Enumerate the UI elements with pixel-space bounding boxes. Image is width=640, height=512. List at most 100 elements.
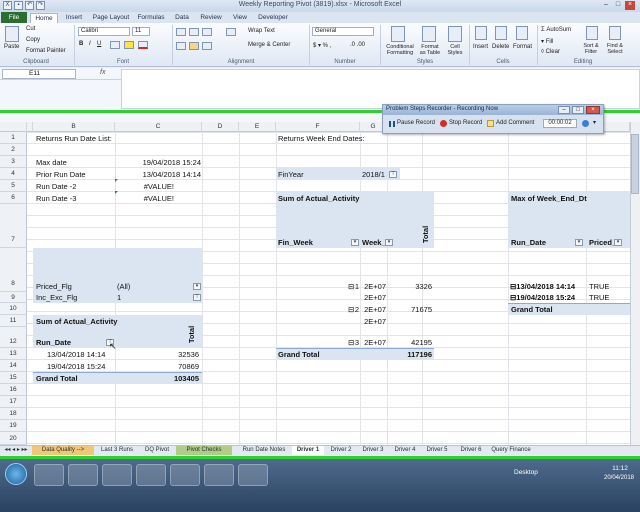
align-right-icon[interactable]: [202, 42, 212, 50]
sheet-tab-pivot-checks[interactable]: Pivot Checks: [176, 446, 232, 455]
sheet-tab-run-date-notes[interactable]: Run Date Notes: [238, 446, 290, 455]
tab-formulas[interactable]: Formulas: [134, 13, 168, 23]
align-left-icon[interactable]: [176, 42, 186, 50]
cell-f1[interactable]: Returns Week End Dates:: [278, 134, 365, 143]
cell-k7[interactable]: Priced_: [589, 238, 616, 247]
cell-g7[interactable]: Week_I: [362, 238, 388, 247]
cell-b9[interactable]: Inc_Exc_Flg: [36, 293, 77, 302]
cell-styles-button[interactable]: Cell Styles: [444, 44, 466, 56]
font-name-select[interactable]: Calibri: [78, 27, 130, 36]
taskbar-psr-icon[interactable]: [204, 464, 234, 486]
cell-f10[interactable]: 2: [346, 305, 359, 314]
sheet-tab-last-3-runs[interactable]: Last 3 Runs: [96, 446, 138, 455]
cell-j10[interactable]: Grand Total: [511, 305, 553, 314]
row-header[interactable]: 8: [0, 248, 27, 292]
format-painter-button[interactable]: Format Painter: [26, 48, 66, 54]
conditional-formatting-button[interactable]: Conditional Formatting: [384, 44, 416, 56]
align-bottom-icon[interactable]: [202, 28, 212, 36]
finweek-filter-icon[interactable]: ▾: [351, 239, 359, 246]
psr-minimize-icon[interactable]: –: [558, 106, 570, 114]
cell-c15[interactable]: 103405: [117, 374, 199, 383]
clock-date[interactable]: 20/04/2018: [600, 475, 638, 481]
cell-b3[interactable]: Max date: [36, 158, 67, 167]
cell-b14[interactable]: 19/04/2018 15:24: [47, 362, 105, 371]
cell-f6[interactable]: Sum of Actual_Activity: [278, 194, 359, 203]
cell-b5[interactable]: Run Date -2: [36, 182, 76, 191]
cell-k9[interactable]: TRUE: [589, 293, 609, 302]
cell-f12[interactable]: 3: [346, 338, 359, 347]
rundate-filter-icon[interactable]: ▾: [575, 239, 583, 246]
copy-button[interactable]: Copy: [26, 37, 40, 43]
sheet-tab-driver-2[interactable]: Driver 2: [326, 446, 356, 455]
sheet-tab-dq-pivot[interactable]: DQ Pivot: [140, 446, 174, 455]
cell-b1[interactable]: Returns Run Date List:: [36, 134, 112, 143]
taskbar-explorer-icon[interactable]: [68, 464, 98, 486]
fill-color-icon[interactable]: [124, 41, 134, 49]
conditional-formatting-icon[interactable]: [391, 26, 405, 42]
cell-g11[interactable]: 2E+07: [360, 317, 386, 326]
sheet-tab-driver-3[interactable]: Driver 3: [358, 446, 388, 455]
cell-f13[interactable]: Grand Total: [278, 350, 320, 359]
finyear-filter-icon[interactable]: ⊤: [389, 171, 397, 178]
format-table-button[interactable]: Format as Table: [418, 44, 442, 56]
close-icon[interactable]: ×: [625, 1, 635, 10]
bold-icon[interactable]: B: [79, 41, 83, 47]
cell-c6[interactable]: #VALUE!: [117, 194, 174, 203]
filter-dropdown-icon[interactable]: ▾: [193, 283, 201, 290]
tab-review[interactable]: Review: [196, 13, 226, 23]
fx-icon[interactable]: fx: [100, 69, 105, 76]
delete-cells-icon[interactable]: [495, 26, 507, 40]
row-header[interactable]: 12: [0, 327, 27, 348]
desktop-toolbar-label[interactable]: Desktop: [514, 469, 538, 476]
autosum-button[interactable]: Σ AutoSum: [541, 27, 571, 33]
filter-active-icon[interactable]: ⊤: [193, 294, 201, 301]
decimal-icon[interactable]: .0 .00: [350, 42, 365, 48]
find-select-icon[interactable]: [609, 26, 621, 40]
format-cells-button[interactable]: Format: [513, 44, 532, 50]
font-size-select[interactable]: 11: [132, 27, 150, 36]
help-icon[interactable]: [582, 120, 589, 127]
weekid-filter-icon[interactable]: ▾: [385, 239, 393, 246]
row-header[interactable]: 14: [0, 360, 27, 372]
cell-k8[interactable]: TRUE: [589, 282, 609, 291]
row-header[interactable]: 18: [0, 408, 27, 420]
sheet-tab-driver-1[interactable]: Driver 1: [292, 446, 324, 455]
cell-g12[interactable]: 2E+07: [360, 338, 386, 347]
tab-data[interactable]: Data: [170, 13, 194, 23]
sheet-tab-driver-6[interactable]: Driver 6: [456, 446, 486, 455]
tab-view[interactable]: View: [228, 13, 252, 23]
wrap-text-button[interactable]: Wrap Text: [248, 28, 275, 34]
sheet-tab-driver-4[interactable]: Driver 4: [390, 446, 420, 455]
cell-g8[interactable]: 2E+07: [360, 282, 386, 291]
row-header[interactable]: 4: [0, 168, 27, 180]
paste-icon[interactable]: [5, 26, 19, 42]
cell-h8[interactable]: 3326: [390, 282, 432, 291]
select-all-corner[interactable]: [0, 122, 27, 132]
column-header-b[interactable]: B: [33, 122, 115, 132]
cell-c8[interactable]: (All): [117, 282, 130, 291]
name-box[interactable]: E11: [2, 69, 76, 79]
scrollbar-thumb[interactable]: [631, 134, 639, 194]
psr-maximize-icon[interactable]: □: [572, 106, 584, 114]
start-button-icon[interactable]: [5, 463, 27, 485]
priced-filter-icon[interactable]: ▾: [614, 239, 622, 246]
paste-button[interactable]: Paste: [4, 44, 19, 50]
font-color-icon[interactable]: [138, 41, 148, 49]
column-header-d[interactable]: D: [202, 122, 239, 132]
sheet-tab-data-quality[interactable]: Data Quality -->: [32, 446, 94, 455]
cell-c4[interactable]: 13/04/2018 14:14: [117, 170, 201, 179]
cell-g4[interactable]: 2018/1: [362, 170, 385, 179]
cell-b11[interactable]: Sum of Actual_Activity: [36, 317, 117, 326]
row-header[interactable]: 3: [0, 156, 27, 168]
merge-center-button[interactable]: Merge & Center: [248, 42, 290, 48]
insert-cells-button[interactable]: Insert: [473, 44, 488, 50]
cell-f4[interactable]: FinYear: [278, 170, 304, 179]
cell-b4[interactable]: Prior Run Date: [36, 170, 86, 179]
cell-b13[interactable]: 13/04/2018 14:14: [47, 350, 105, 359]
sheet-nav-arrows[interactable]: ◂◂ ◂ ▸ ▸▸: [2, 446, 30, 455]
cell-styles-icon[interactable]: [448, 26, 462, 42]
sheet-tab-query-finance[interactable]: Query Finance: [488, 446, 534, 455]
cell-b8[interactable]: Priced_Flg: [36, 282, 72, 291]
cell-c13[interactable]: 32536: [117, 350, 199, 359]
row-header[interactable]: 9: [0, 292, 27, 303]
